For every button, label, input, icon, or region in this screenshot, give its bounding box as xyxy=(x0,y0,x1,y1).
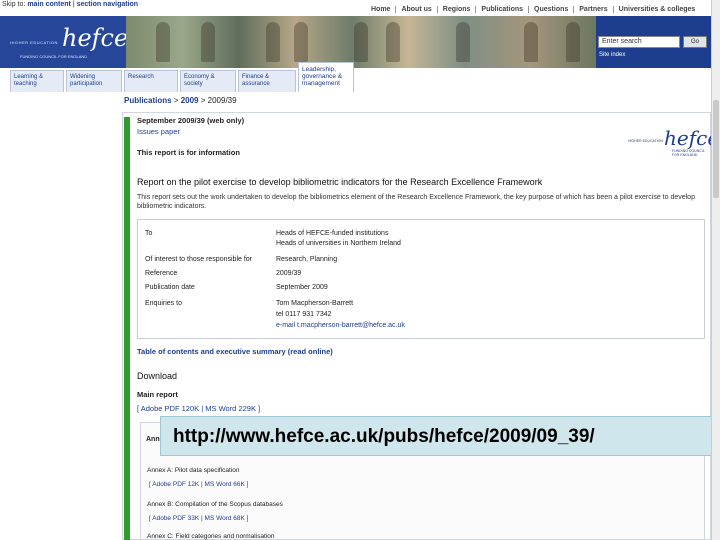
breadcrumb-separator: > xyxy=(173,96,179,105)
breadcrumb: Publications > 2009 > 2009/39 xyxy=(124,96,237,105)
meta-enquiries-name: Tom Macpherson-Barrett xyxy=(276,300,354,307)
meta-interest-value: Research, Planning xyxy=(276,256,338,263)
document-metadata-box: To Heads of HEFCE-funded institutions He… xyxy=(137,219,705,339)
nav-questions[interactable]: Questions xyxy=(528,6,573,13)
scrollbar-thumb[interactable] xyxy=(713,100,719,198)
higher-education-label: HIGHER EDUCATION xyxy=(10,40,58,45)
breadcrumb-publications[interactable]: Publications xyxy=(124,96,172,105)
breadcrumb-separator: > xyxy=(200,96,206,105)
skip-main-content-link[interactable]: main content xyxy=(27,1,71,8)
skip-links: Skip to: main content | section navigati… xyxy=(2,1,138,8)
meta-pubdate-label: Publication date xyxy=(145,284,195,291)
nav-regions[interactable]: Regions xyxy=(436,6,476,13)
logo-panel[interactable]: HIGHER EDUCATION hefce FUNDING COUNCIL F… xyxy=(0,16,128,68)
tab-leadership-governance[interactable]: Leadership, governance & management xyxy=(298,62,354,92)
meta-pubdate-value: September 2009 xyxy=(276,284,328,291)
tab-research[interactable]: Research xyxy=(124,70,178,92)
search-go-button[interactable]: Go xyxy=(683,36,707,48)
main-report-label: Main report xyxy=(137,390,178,399)
section-color-bar xyxy=(124,117,130,540)
meta-enquiries-label: Enquiries to xyxy=(145,300,182,307)
skip-prefix: Skip to: xyxy=(2,1,26,8)
annex-b-title: Annex B: Compilation of the Scopus datab… xyxy=(147,501,283,508)
site-index-link[interactable]: Site index xyxy=(599,52,625,58)
search-input[interactable]: Enter search xyxy=(598,36,680,48)
vertical-scrollbar[interactable] xyxy=(711,0,720,540)
meta-enquiries-tel: tel 0117 931 7342 xyxy=(276,311,332,318)
annex-c-title: Annex C: Field categories and normalisat… xyxy=(147,533,275,540)
nav-home[interactable]: Home xyxy=(366,6,395,13)
tab-widening-participation[interactable]: Widening participation xyxy=(66,70,122,92)
meta-enquiries-email-link[interactable]: e-mail t.macpherson-barrett@hefce.ac.uk xyxy=(276,322,405,329)
document-summary: This report sets out the work undertaken… xyxy=(137,194,695,210)
tab-economy-society[interactable]: Economy & society xyxy=(180,70,236,92)
meta-reference-label: Reference xyxy=(145,270,178,277)
skip-section-nav-link[interactable]: section navigation xyxy=(77,1,138,8)
tab-finance-assurance[interactable]: Finance & assurance xyxy=(238,70,296,92)
logo-caption-2: FUNDING COUNCIL FOR ENGLAND xyxy=(672,149,705,157)
hefce-logo[interactable]: hefce xyxy=(62,24,128,52)
meta-to-value-1: Heads of HEFCE-funded institutions xyxy=(276,230,389,237)
section-tabs: Learning & teaching Widening participati… xyxy=(10,62,356,92)
document-title: Report on the pilot exercise to develop … xyxy=(137,177,543,187)
annex-b-download-links[interactable]: [ Adobe PDF 33K | MS Word 68K ] xyxy=(149,515,248,522)
tab-learning-teaching[interactable]: Learning & teaching xyxy=(10,70,64,92)
nav-about-us[interactable]: About us xyxy=(395,6,436,13)
annex-a-download-links[interactable]: [ Adobe PDF 12K | MS Word 66K ] xyxy=(149,481,248,488)
url-caption-overlay: http://www.hefce.ac.uk/pubs/hefce/2009/0… xyxy=(160,416,712,456)
nav-universities[interactable]: Universities & colleges xyxy=(612,6,701,13)
publication-date-heading: September 2009/39 (web only) xyxy=(137,116,245,125)
download-heading: Download xyxy=(137,371,178,381)
main-report-download-links[interactable]: [ Adobe PDF 120K | MS Word 229K ] xyxy=(137,404,260,413)
skip-separator: | xyxy=(72,1,75,8)
meta-interest-label: Of interest to those responsible for xyxy=(145,256,252,263)
meta-reference-value: 2009/39 xyxy=(276,270,302,277)
funding-council-label: FUNDING COUNCIL FOR ENGLAND xyxy=(20,54,88,59)
annex-a-title: Annex A: Pilot data specification xyxy=(147,467,240,474)
publication-info: This report is for information xyxy=(137,148,240,157)
top-navigation: Home About us Regions Publications Quest… xyxy=(366,6,700,13)
header-photo-strip xyxy=(126,16,596,68)
nav-partners[interactable]: Partners xyxy=(573,6,612,13)
meta-to-value-2: Heads of universities in Northern Irelan… xyxy=(276,240,401,247)
header-banner: HIGHER EDUCATION hefce FUNDING COUNCIL F… xyxy=(0,16,712,68)
nav-publications[interactable]: Publications xyxy=(475,6,528,13)
breadcrumb-current: 2009/39 xyxy=(207,96,237,105)
logo-caption-1: HIGHER EDUCATION xyxy=(628,139,663,143)
hefce-document-logo: HIGHER EDUCATION hefce FUNDING COUNCIL F… xyxy=(626,126,719,157)
breadcrumb-2009[interactable]: 2009 xyxy=(181,96,199,105)
meta-to-label: To xyxy=(145,230,153,237)
table-of-contents-link[interactable]: Table of contents and executive summary … xyxy=(137,347,333,356)
publication-type: Issues paper xyxy=(137,127,180,136)
